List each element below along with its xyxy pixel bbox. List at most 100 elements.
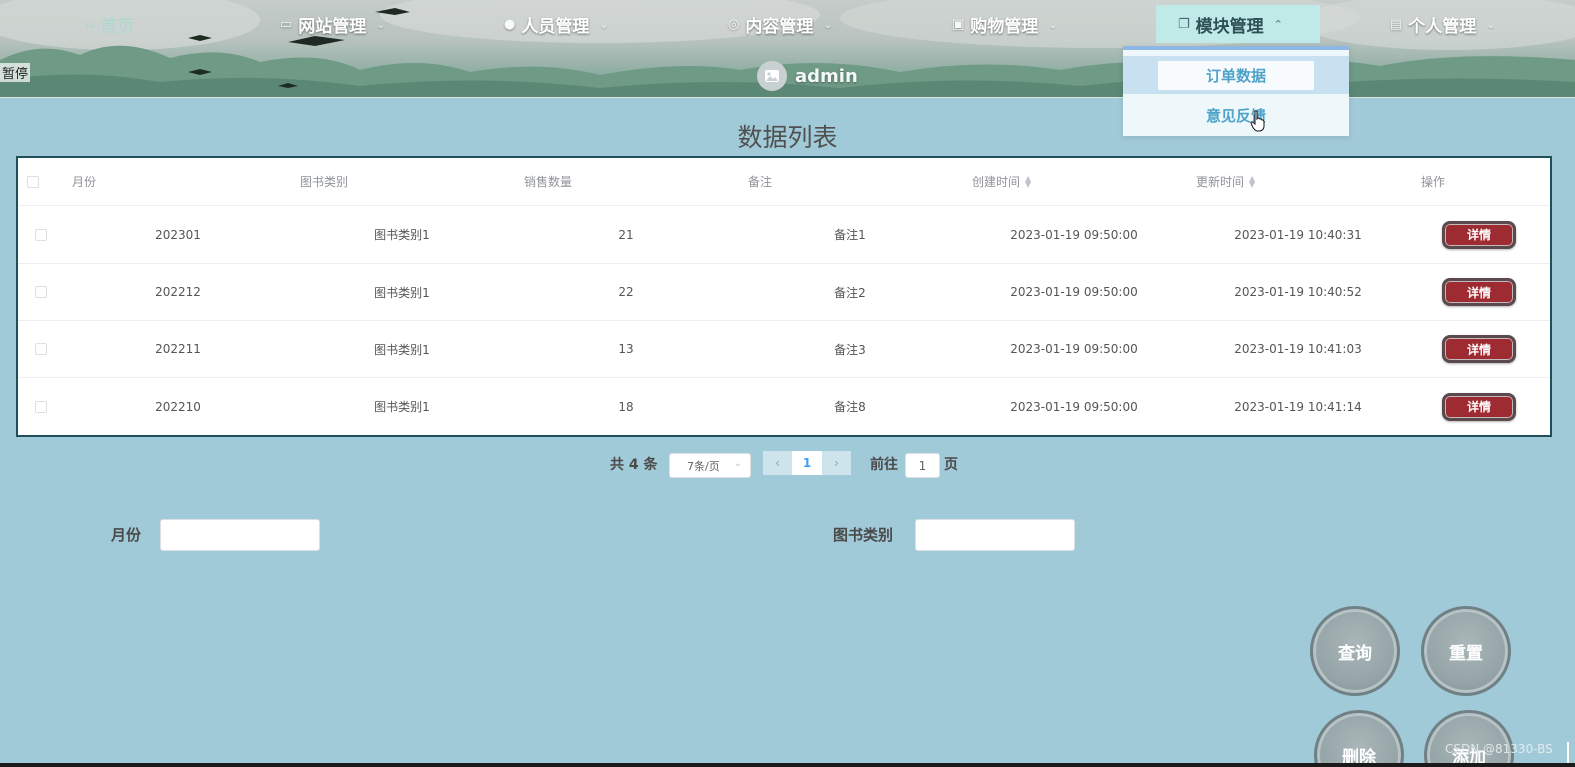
compass-icon: ◎	[728, 16, 740, 32]
data-table: 月份 图书类别 销售数量 备注 创建时间 ▲ ▼ 更新时间 ▲ ▼ 操作 20230…	[16, 156, 1552, 437]
reset-button[interactable]: 重置	[1421, 606, 1511, 696]
nav-item-personal-management[interactable]: ▤ 个人管理 ⌄	[1390, 5, 1496, 43]
header-label: 更新时间	[1196, 175, 1245, 189]
cell-sales-quantity: 21	[618, 227, 634, 242]
dropdown-item-order-data[interactable]: 订单数据	[1123, 56, 1349, 94]
cell-sales-quantity: 22	[618, 285, 634, 299]
sort-icon[interactable]: ▲ ▼	[1025, 174, 1031, 188]
user-icon: ●	[504, 16, 516, 32]
cell-book-category: 图书类别1	[374, 400, 430, 414]
chevron-down-icon: ⌄	[599, 17, 609, 31]
cell-sales-quantity: 13	[618, 342, 634, 356]
detail-button[interactable]: 详情	[1442, 335, 1516, 363]
page-label: 页	[944, 457, 958, 473]
pagination: 共 4 条 7条/页 ⌄ ‹ 1 › 前往 页	[0, 451, 1575, 479]
query-button[interactable]: 查询	[1310, 606, 1400, 696]
select-all-checkbox[interactable]	[27, 158, 39, 205]
book-category-input[interactable]	[915, 519, 1075, 551]
dropdown-item-feedback[interactable]: 意见反馈	[1123, 96, 1349, 134]
row-checkbox[interactable]	[35, 321, 47, 377]
home-icon: ⌂	[86, 16, 95, 32]
nav-item-staff-management[interactable]: ● 人员管理 ⌄	[504, 5, 609, 43]
chevron-down-icon: ⌄	[1048, 17, 1058, 31]
page-size-select[interactable]: 7条/页 ⌄	[669, 453, 751, 478]
nav-item-shopping-management[interactable]: ▣ 购物管理 ⌄	[952, 5, 1058, 43]
prev-page-button[interactable]: ‹	[763, 451, 792, 475]
nav-item-site-management[interactable]: ▭ 网站管理 ⌄	[280, 5, 386, 43]
cell-created-time: 2023-01-19 09:50:00	[1010, 342, 1138, 356]
table-row: 202212 图书类别1 22 备注2 2023-01-19 09:50:00 …	[18, 264, 1550, 321]
detail-button[interactable]: 详情	[1442, 392, 1516, 421]
row-checkbox[interactable]	[35, 378, 47, 435]
cell-remark: 备注1	[834, 228, 866, 242]
dropdown-item-label: 订单数据	[1157, 60, 1314, 90]
cell-month: 202211	[155, 342, 201, 356]
cell-remark: 备注3	[834, 342, 866, 357]
row-checkbox[interactable]	[35, 206, 47, 263]
paused-label: 暂停	[0, 63, 31, 82]
chevron-down-icon: ⌄	[823, 17, 833, 31]
delete-button[interactable]: 删除	[1314, 710, 1404, 767]
header-book-category: 图书类别	[300, 175, 349, 189]
header-label: 创建时间	[972, 175, 1021, 189]
header-month: 月份	[72, 175, 97, 189]
image-icon	[765, 70, 779, 82]
cell-book-category: 图书类别1	[374, 228, 430, 242]
hand-cursor-icon	[1250, 110, 1265, 132]
goto-page-input[interactable]	[905, 453, 940, 478]
table-row: 202210 图书类别1 18 备注8 2023-01-19 09:50:00 …	[18, 378, 1550, 435]
lock-icon: ▣	[952, 16, 965, 32]
chevron-up-icon: ⌃	[1273, 17, 1283, 31]
nav-item-home[interactable]: ⌂ 首页	[86, 5, 134, 43]
cell-book-category: 图书类别1	[374, 342, 430, 357]
chevron-down-icon: ⌄	[1486, 17, 1496, 31]
page-number-1[interactable]: 1	[792, 451, 822, 475]
cell-remark: 备注8	[834, 400, 866, 414]
add-button[interactable]: 添加	[1424, 710, 1514, 767]
cell-updated-time: 2023-01-19 10:41:03	[1234, 342, 1362, 356]
cell-sales-quantity: 18	[618, 399, 634, 414]
monitor-icon: ▭	[280, 16, 293, 32]
month-input[interactable]	[160, 519, 320, 551]
detail-button[interactable]: 详情	[1442, 220, 1516, 249]
nav-label: 个人管理	[1408, 16, 1477, 37]
table-row: 202301 图书类别1 21 备注1 2023-01-19 09:50:00 …	[18, 206, 1550, 264]
cell-created-time: 2023-01-19 09:50:00	[1010, 399, 1138, 414]
nav-label: 购物管理	[970, 16, 1039, 37]
chevron-down-icon: ⌄	[376, 17, 386, 31]
watermark: CSDN @81330-BS	[1445, 742, 1553, 756]
cell-month: 202210	[155, 399, 201, 414]
row-checkbox[interactable]	[35, 264, 47, 320]
nav-label: 内容管理	[745, 16, 814, 37]
next-page-button[interactable]: ›	[822, 451, 851, 475]
chevron-down-icon: ⌄	[733, 458, 742, 469]
sort-icon[interactable]: ▲ ▼	[1249, 174, 1255, 188]
nav-label: 人员管理	[521, 16, 590, 37]
month-label: 月份	[111, 526, 142, 544]
table-header-row: 月份 图书类别 销售数量 备注 创建时间 ▲ ▼ 更新时间 ▲ ▼ 操作	[18, 158, 1550, 206]
cell-updated-time: 2023-01-19 10:41:14	[1234, 399, 1362, 414]
cell-updated-time: 2023-01-19 10:40:52	[1234, 285, 1362, 299]
module-dropdown-menu: 订单数据 意见反馈	[1123, 46, 1349, 136]
header-updated-time[interactable]: 更新时间 ▲ ▼	[1196, 158, 1255, 205]
nav-label: 网站管理	[298, 16, 367, 37]
bottom-edge	[0, 763, 1575, 767]
user-info[interactable]: admin	[757, 60, 858, 92]
header-actions: 操作	[1421, 175, 1446, 189]
top-nav: ⌂ 首页 ▭ 网站管理 ⌄ ● 人员管理 ⌄ ◎ 内容管理 ⌄ ▣ 购物管理 ⌄…	[0, 0, 1575, 50]
header-remark: 备注	[748, 175, 773, 189]
table-row: 202211 图书类别1 13 备注3 2023-01-19 09:50:00 …	[18, 321, 1550, 378]
cell-remark: 备注2	[834, 285, 866, 300]
avatar	[757, 61, 787, 91]
username: admin	[795, 65, 858, 87]
cell-created-time: 2023-01-19 09:50:00	[1010, 227, 1138, 242]
nav-item-content-management[interactable]: ◎ 内容管理 ⌄	[728, 5, 833, 43]
detail-button[interactable]: 详情	[1442, 278, 1516, 306]
cell-month: 202301	[155, 227, 201, 242]
cell-book-category: 图书类别1	[374, 285, 430, 300]
pagination-total: 共 4 条	[610, 457, 658, 473]
cell-month: 202212	[155, 285, 201, 299]
header-created-time[interactable]: 创建时间 ▲ ▼	[972, 158, 1031, 205]
nav-item-module-management[interactable]: ❐ 模块管理 ⌃	[1156, 5, 1320, 43]
book-category-label: 图书类别	[833, 526, 894, 544]
